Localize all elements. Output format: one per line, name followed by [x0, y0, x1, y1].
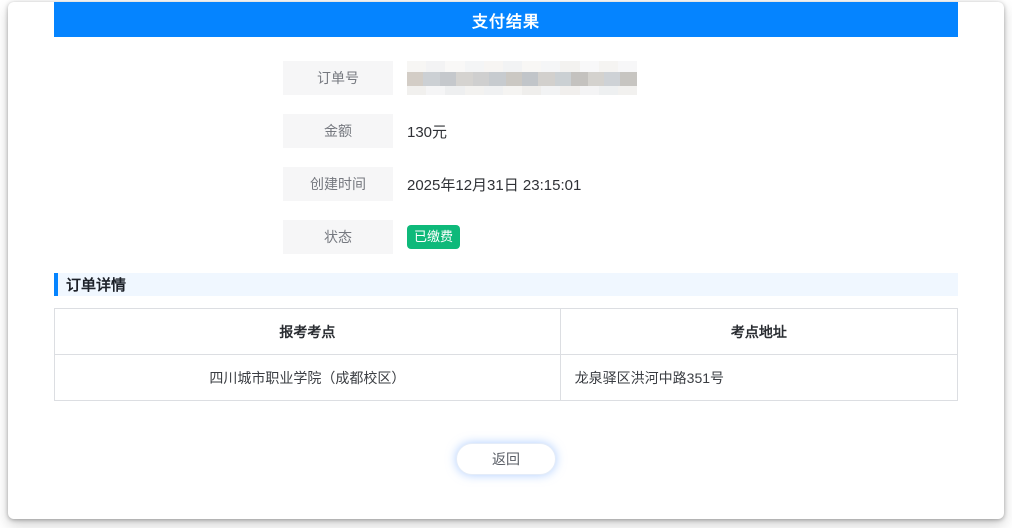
amount-label: 金额 [283, 114, 393, 148]
status-badge: 已缴费 [407, 225, 460, 249]
order-number-redacted [407, 61, 637, 95]
table-row: 四川城市职业学院（成都校区） 龙泉驿区洪河中路351号 [55, 355, 958, 401]
order-details-section-header: 订单详情 [54, 273, 958, 296]
page-background: 支付结果 订单号 金额 130元 创建时间 2025年12月31日 23:15:… [0, 0, 1012, 528]
order-summary: 订单号 金额 130元 创建时间 2025年12月31日 23:15:01 状态… [54, 61, 958, 254]
status-label: 状态 [283, 220, 393, 254]
order-number-label: 订单号 [283, 61, 393, 95]
payment-result-card: 支付结果 订单号 金额 130元 创建时间 2025年12月31日 23:15:… [8, 2, 1004, 519]
status-row: 状态 已缴费 [54, 220, 958, 254]
created-time-label: 创建时间 [283, 167, 393, 201]
site-address-cell: 龙泉驿区洪河中路351号 [560, 355, 957, 401]
order-details-title: 订单详情 [66, 274, 126, 295]
amount-row: 金额 130元 [54, 114, 958, 148]
exam-site-column-header: 报考考点 [55, 309, 561, 355]
created-time-row: 创建时间 2025年12月31日 23:15:01 [54, 167, 958, 201]
site-address-column-header: 考点地址 [560, 309, 957, 355]
table-header-row: 报考考点 考点地址 [55, 309, 958, 355]
order-details-table: 报考考点 考点地址 四川城市职业学院（成都校区） 龙泉驿区洪河中路351号 [54, 308, 958, 401]
accent-bar [54, 273, 58, 296]
amount-value: 130元 [407, 121, 447, 142]
back-button[interactable]: 返回 [456, 443, 556, 475]
created-time-value: 2025年12月31日 23:15:01 [407, 174, 581, 195]
footer: 返回 [54, 443, 958, 475]
order-number-row: 订单号 [54, 61, 958, 95]
page-title: 支付结果 [472, 8, 540, 32]
page-title-bar: 支付结果 [54, 2, 958, 37]
exam-site-cell: 四川城市职业学院（成都校区） [55, 355, 561, 401]
